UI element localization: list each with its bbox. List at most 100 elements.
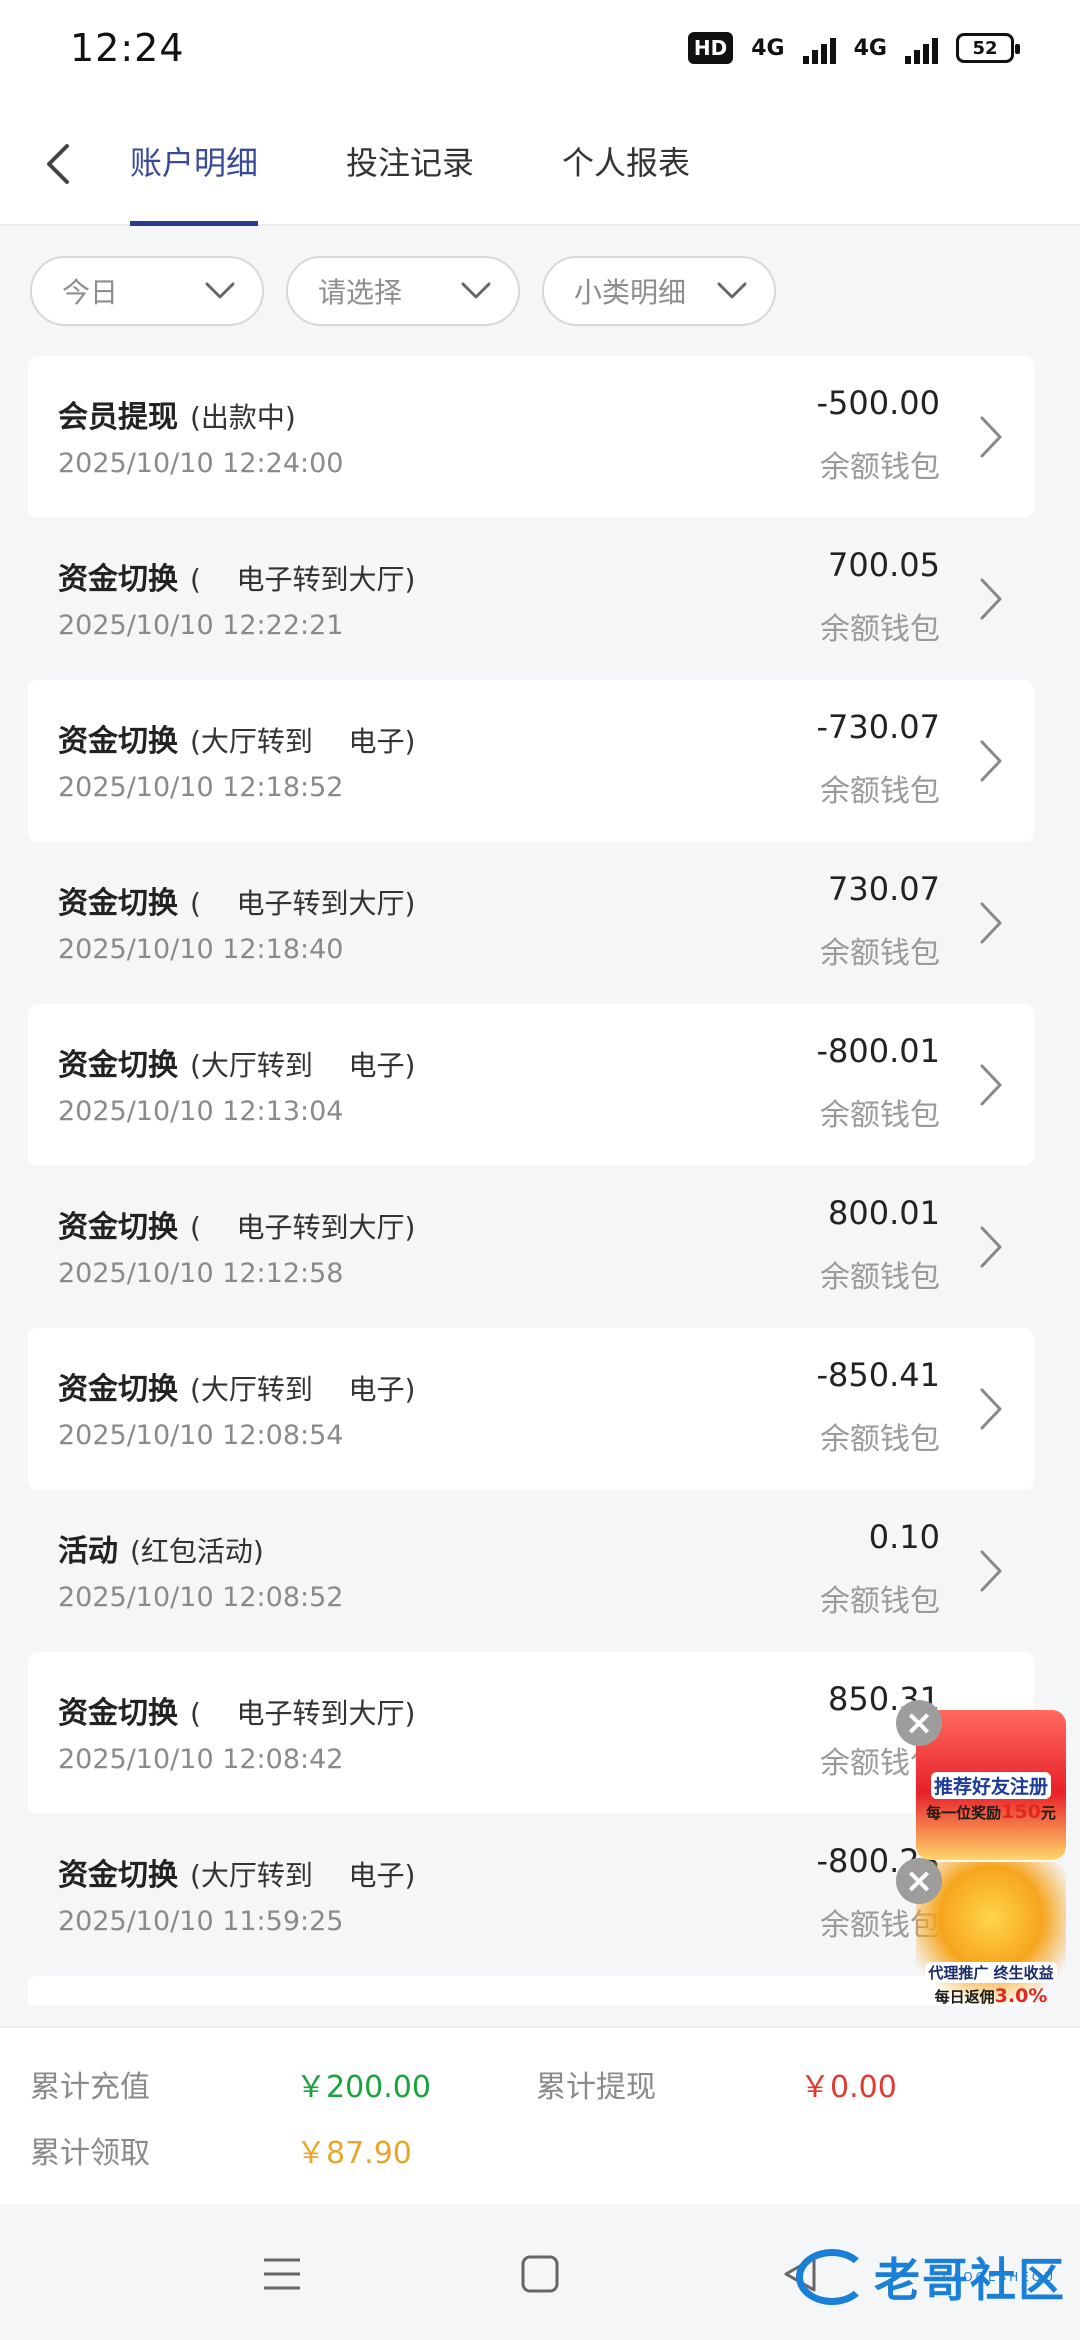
filter-bar: 今日 请选择 小类明细 [30,256,776,326]
home-button[interactable] [510,2244,570,2304]
chevron-right-icon [980,1388,1002,1430]
agent-ad-subtitle: 每日返佣3.0% [916,1985,1066,2007]
record-wallet: 余额钱包 [820,1260,940,1295]
record-row[interactable]: 资金切换 (大厅转到 电子) 2025/10/10 12:18:52 -730.0… [28,680,1034,842]
record-amount: -850.41 [816,1356,940,1394]
record-date: 2025/10/10 12:24:00 [58,448,344,479]
record-wallet: 余额钱包 [820,936,940,971]
home-icon [521,2255,559,2293]
record-date: 2025/10/10 12:18:40 [58,934,344,965]
record-row[interactable]: 资金切换 (大厅转到 电子) 2025/10/10 12:13:04 -800.0… [28,1004,1034,1166]
agent-ad-title: 代理推广 终生收益 [925,1962,1057,1983]
agent-ad-rate: 3.0% [994,1985,1048,2007]
subcategory-filter-dropdown[interactable]: 小类明细 [542,256,776,326]
tab-bet-records[interactable]: 投注记录 [346,96,474,226]
claim-value: ￥87.90 [296,2136,412,2171]
records-list: 会员提现 (出款中) 2025/10/10 12:24:00 -500.00 余额… [28,356,1034,2006]
record-type: 会员提现 [58,400,178,435]
referral-ad[interactable]: 推荐好友注册 每一位奖励150元 × [896,1700,1070,1860]
record-wallet: 余额钱包 [820,1584,940,1619]
network-label-1: 4G [751,35,785,61]
watermark-subtext: LAOGESHEQU [942,2270,1056,2284]
record-type: 资金切换 [58,1048,178,1083]
record-title: 资金切换 ( 电子转到大厅) [58,554,415,598]
tab-bar: 账户明细 投注记录 个人报表 [130,96,690,226]
record-amount: 0.10 [868,1518,940,1556]
record-title: 资金切换 (大厅转到 电子) [58,1040,415,1084]
record-detail: (红包活动) [130,1535,264,1568]
agent-ad[interactable]: 代理推广 终生收益 每日返佣3.0% × [896,1858,1070,2028]
network-label-2: 4G [853,35,887,61]
system-nav-bar: 老哥社区 LAOGESHEQU [0,2204,1080,2340]
record-wallet: 余额钱包 [820,612,940,647]
chevron-down-icon [717,282,747,299]
record-wallet: 余额钱包 [820,1422,940,1457]
record-amount: 700.05 [828,546,940,584]
chevron-right-icon [980,578,1002,620]
record-type: 资金切换 [58,724,178,759]
record-detail: ( 电子转到大厅) [190,1211,416,1244]
tab-account-detail[interactable]: 账户明细 [130,96,259,226]
record-detail: (大厅转到 电子) [190,725,416,758]
record-date: 2025/10/10 12:08:42 [58,1744,344,1775]
chevron-right-icon [980,1226,1002,1268]
record-detail: (大厅转到 电子) [190,1049,416,1082]
record-wallet: 余额钱包 [820,774,940,809]
tab-personal-report[interactable]: 个人报表 [562,96,690,226]
menu-button[interactable] [252,2244,312,2304]
signal-icon-2 [905,32,938,64]
record-row[interactable]: 会员提现 (出款中) 2025/10/10 12:24:00 -500.00 余额… [28,356,1034,518]
record-amount: -730.07 [816,708,940,746]
record-title: 资金切换 ( 电子转到大厅) [58,1688,415,1732]
chevron-right-icon [980,1064,1002,1106]
battery-icon: 52 [956,33,1020,63]
hd-icon: HD [687,32,734,64]
chevron-right-icon [980,416,1002,458]
date-filter-dropdown[interactable]: 今日 [30,256,264,326]
record-date: 2025/10/10 12:18:52 [58,772,344,803]
record-type: 资金切换 [58,1858,178,1893]
record-row[interactable]: 资金切换 ( 电子转到大厅) 2025/10/10 12:12:58 800.01… [28,1166,1034,1328]
record-detail: ( 电子转到大厅) [190,563,416,596]
subcategory-filter-value: 小类明细 [574,276,687,309]
record-title: 资金切换 ( 电子转到大厅) [58,1202,415,1246]
record-date: 2025/10/10 11:59:25 [58,1906,344,1937]
record-date: 2025/10/10 12:08:54 [58,1420,344,1451]
clock: 12:24 [70,26,185,70]
category-filter-value: 请选择 [318,276,403,309]
dragon-logo-icon [796,2249,868,2305]
record-title: 资金切换 ( 电子转到大厅) [58,878,415,922]
record-detail: ( 电子转到大厅) [190,1697,416,1730]
record-date: 2025/10/10 12:13:04 [58,1096,344,1127]
close-icon[interactable]: × [896,1700,942,1746]
record-row[interactable]: 资金切换 (大厅转到 电子) 2025/10/10 12:08:54 -850.4… [28,1328,1034,1490]
record-type: 资金切换 [58,1372,178,1407]
battery-level: 52 [972,37,998,59]
record-type: 活动 [58,1534,118,1569]
chevron-right-icon [980,902,1002,944]
menu-icon [264,2258,300,2290]
record-row[interactable]: 资金切换 ( 电子转到大厅) 2025/10/10 12:18:40 730.07… [28,842,1034,1004]
record-amount: 730.07 [828,870,940,908]
record-row[interactable]: 资金切换( 电子转到大厅) 2025/10/10 12:08:42 850.31… [28,1652,1034,1814]
recharge-label: 累计充值 [30,2070,150,2105]
record-row[interactable]: 资金切换 ( 电子转到大厅) 2025/10/10 12:22:21 700.05… [28,518,1034,680]
record-detail: (出款中) [190,401,296,434]
record-row-partial[interactable] [28,1976,1034,2006]
record-row[interactable]: 活动 (红包活动) 2025/10/10 12:08:52 0.10 余额钱包 [28,1490,1034,1652]
record-title: 资金切换 (大厅转到 电子) [58,716,415,760]
record-amount: 800.01 [828,1194,940,1232]
record-title: 资金切换 (大厅转到 电子) [58,1364,415,1408]
signal-icon [802,32,836,64]
category-filter-dropdown[interactable]: 请选择 [286,256,520,326]
record-title: 活动 (红包活动) [58,1526,264,1570]
chevron-right-icon [980,1550,1002,1592]
close-icon[interactable]: × [896,1858,942,1904]
record-row[interactable]: 资金切换 (大厅转到 电子) 2025/10/10 11:59:25 -800.2… [28,1814,1034,1976]
chevron-left-icon [47,144,69,184]
record-wallet: 余额钱包 [820,1098,940,1133]
referral-ad-unit: 元 [1040,1804,1056,1822]
record-date: 2025/10/10 12:22:21 [58,610,344,641]
agent-ad-prefix: 每日返佣 [934,1988,995,2006]
back-button[interactable] [28,134,88,194]
